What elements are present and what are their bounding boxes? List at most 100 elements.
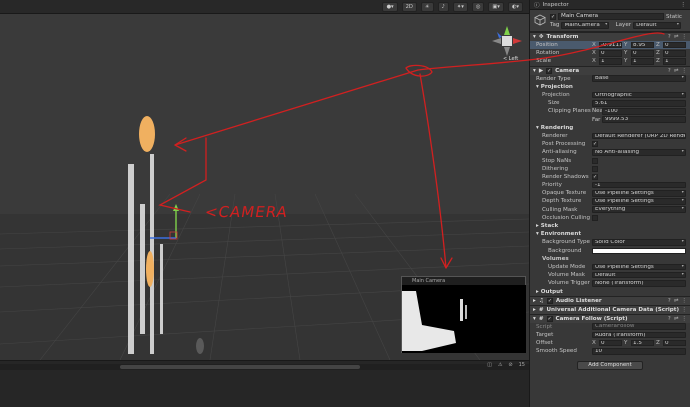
size-label: Size bbox=[548, 100, 560, 107]
foldout-icon[interactable]: ▾ bbox=[533, 68, 536, 74]
volume-trigger-field[interactable]: None (Transform) bbox=[592, 280, 686, 287]
rotation-y-field[interactable]: 0 bbox=[631, 49, 654, 57]
rendering-section[interactable]: ▾ Rendering bbox=[530, 124, 690, 132]
scale-row: Scale X1Y1Z1 bbox=[530, 57, 690, 65]
help-icon[interactable]: ? bbox=[668, 34, 671, 40]
foldout-icon[interactable]: ▾ bbox=[533, 34, 536, 40]
orientation-gizmo-icon[interactable] bbox=[488, 22, 526, 60]
far-field[interactable]: 9999.53 bbox=[602, 116, 686, 123]
console-icon[interactable]: ◫ bbox=[487, 362, 492, 368]
preset-icon[interactable]: ⇌ bbox=[674, 298, 679, 304]
layer-dropdown[interactable]: Default bbox=[633, 22, 682, 29]
post-processing-label: Post Processing bbox=[542, 141, 586, 148]
component-menu-icon[interactable]: ⋮ bbox=[681, 307, 687, 313]
dithering-checkbox[interactable] bbox=[592, 165, 598, 172]
background-color-swatch[interactable] bbox=[592, 247, 686, 254]
volume-mask-dropdown[interactable]: Default bbox=[592, 271, 686, 279]
output-section-label: Output bbox=[540, 288, 563, 295]
background-type-dropdown[interactable]: Solid Color bbox=[592, 239, 686, 246]
output-section[interactable]: ▸ Output bbox=[530, 287, 690, 295]
environment-section[interactable]: ▾ Environment bbox=[530, 230, 690, 238]
tag-dropdown[interactable]: MainCamera bbox=[561, 22, 610, 29]
renderer-dropdown[interactable]: Default Renderer (URP 2D Renderer D bbox=[592, 132, 686, 140]
camera-enabled-checkbox[interactable]: ✓ bbox=[546, 67, 553, 74]
gameobject-active-checkbox[interactable]: ✓ bbox=[550, 13, 556, 20]
projection-label: Projection bbox=[542, 92, 570, 99]
help-icon[interactable]: ? bbox=[668, 316, 671, 322]
scene-scroll-thumb[interactable] bbox=[120, 365, 360, 369]
static-label: Static bbox=[666, 13, 682, 20]
gameobject-name-field[interactable]: Main Camera bbox=[558, 13, 664, 20]
foldout-icon[interactable]: ▸ bbox=[533, 298, 536, 304]
effects-toggle-icon[interactable]: ✦▾ bbox=[452, 1, 468, 12]
help-icon[interactable]: ? bbox=[668, 298, 671, 304]
stack-section[interactable]: ▸ Stack bbox=[530, 222, 690, 230]
stop-nans-label: Stop NaNs bbox=[542, 157, 572, 164]
foldout-icon[interactable]: ▸ bbox=[533, 307, 536, 313]
target-field[interactable]: Rudra (Transform) bbox=[592, 331, 686, 339]
component-menu-icon[interactable]: ⋮ bbox=[681, 68, 687, 74]
tab-inspector[interactable]: Inspector bbox=[543, 2, 569, 8]
projection-section[interactable]: ▾ Projection bbox=[530, 83, 690, 91]
preset-icon[interactable]: ⇌ bbox=[674, 68, 679, 74]
scene-camera-icon[interactable]: ▣▾ bbox=[488, 1, 504, 12]
position-x-field[interactable]: -0.911103- bbox=[599, 41, 622, 49]
opaque-texture-dropdown[interactable]: Use Pipeline Settings bbox=[592, 189, 686, 197]
smooth-speed-field[interactable]: 10 bbox=[592, 347, 686, 355]
audio-listener-checkbox[interactable]: ✓ bbox=[546, 297, 553, 304]
shading-mode-button[interactable]: ●▾ bbox=[382, 1, 398, 12]
preset-icon[interactable]: ⇌ bbox=[674, 316, 679, 322]
component-menu-icon[interactable]: ⋮ bbox=[681, 298, 687, 304]
error-icon[interactable]: ⊘ bbox=[508, 362, 512, 368]
camera-component-header[interactable]: ▾ ▶ ✓ Camera ? ⇌ ⋮ bbox=[530, 65, 690, 75]
projection-dropdown[interactable]: Orthographic bbox=[592, 91, 686, 99]
depth-texture-dropdown[interactable]: Use Pipeline Settings bbox=[592, 198, 686, 205]
gizmos-icon[interactable]: ◐▾ bbox=[507, 1, 523, 12]
near-field[interactable]: -100 bbox=[602, 108, 686, 115]
inspector-panel: ⓘ Inspector ⋮ ✓ Main Camera Static Tag M… bbox=[529, 0, 690, 407]
render-type-dropdown[interactable]: Base bbox=[592, 75, 686, 82]
scale-z-field[interactable]: 1 bbox=[663, 58, 686, 65]
render-shadows-checkbox[interactable]: ✓ bbox=[592, 173, 598, 180]
rotation-x-field[interactable]: 0 bbox=[599, 49, 622, 57]
position-z-field[interactable]: 0 bbox=[663, 41, 686, 49]
stop-nans-checkbox[interactable] bbox=[592, 157, 598, 164]
scale-x-field[interactable]: 1 bbox=[599, 58, 622, 65]
hidden-objects-icon[interactable]: ◎ bbox=[471, 1, 485, 12]
layer-label: Layer bbox=[615, 22, 632, 29]
clipping-planes-label: Clipping Planes bbox=[548, 108, 591, 115]
offset-z-field[interactable]: 0 bbox=[663, 339, 686, 347]
help-icon[interactable]: ? bbox=[668, 68, 671, 74]
volume-trigger-label: Volume Trigger bbox=[548, 280, 590, 287]
offset-x-field[interactable]: 0 bbox=[599, 339, 622, 347]
rotation-z-field[interactable]: 0 bbox=[663, 49, 686, 57]
post-processing-checkbox[interactable]: ✓ bbox=[592, 141, 598, 148]
camera-follow-header[interactable]: ▾ # ✓ Camera Follow (Script) ? ⇌ ⋮ bbox=[530, 313, 690, 323]
preset-icon[interactable]: ⇌ bbox=[674, 34, 679, 40]
camera-follow-checkbox[interactable]: ✓ bbox=[546, 315, 553, 322]
update-mode-dropdown[interactable]: Use Pipeline Settings bbox=[592, 263, 686, 271]
offset-y-field[interactable]: 1.5 bbox=[631, 339, 654, 347]
scene-view[interactable]: ●▾ 2D ☀ ♪ ✦▾ ◎ ▣▾ ◐▾ < Left <CAMERA Main… bbox=[0, 0, 529, 407]
audio-toggle-icon[interactable]: ♪ bbox=[437, 1, 449, 12]
lighting-toggle-icon[interactable]: ☀ bbox=[420, 1, 434, 12]
position-y-field[interactable]: 8.95 bbox=[631, 41, 654, 49]
component-menu-icon[interactable]: ⋮ bbox=[681, 34, 687, 40]
add-component-button[interactable]: Add Component bbox=[577, 361, 643, 371]
urp-camera-data-header[interactable]: ▸ # Universal Additional Camera Data (Sc… bbox=[530, 304, 690, 314]
tab-menu-icon[interactable]: ⋮ bbox=[680, 2, 686, 8]
size-field[interactable]: 5.61 bbox=[592, 99, 686, 107]
occlusion-culling-label: Occlusion Culling bbox=[542, 214, 591, 221]
transform-component-header[interactable]: ▾ ✥ Transform ? ⇌ ⋮ bbox=[530, 32, 690, 41]
occlusion-culling-checkbox[interactable] bbox=[592, 214, 598, 221]
foldout-icon[interactable]: ▾ bbox=[533, 316, 536, 322]
component-menu-icon[interactable]: ⋮ bbox=[681, 316, 687, 322]
priority-field[interactable]: -1 bbox=[592, 181, 686, 189]
audio-listener-header[interactable]: ▸ ♫ ✓ Audio Listener ? ⇌ ⋮ bbox=[530, 295, 690, 305]
2d-toggle-button[interactable]: 2D bbox=[401, 1, 417, 12]
anti-aliasing-dropdown[interactable]: No Anti-aliasing bbox=[592, 149, 686, 156]
gameobject-header: ✓ Main Camera Static Tag MainCamera Laye… bbox=[530, 10, 690, 32]
warning-icon[interactable]: ⚠ bbox=[498, 362, 502, 368]
culling-mask-dropdown[interactable]: Everything bbox=[592, 206, 686, 213]
scale-y-field[interactable]: 1 bbox=[631, 58, 654, 65]
